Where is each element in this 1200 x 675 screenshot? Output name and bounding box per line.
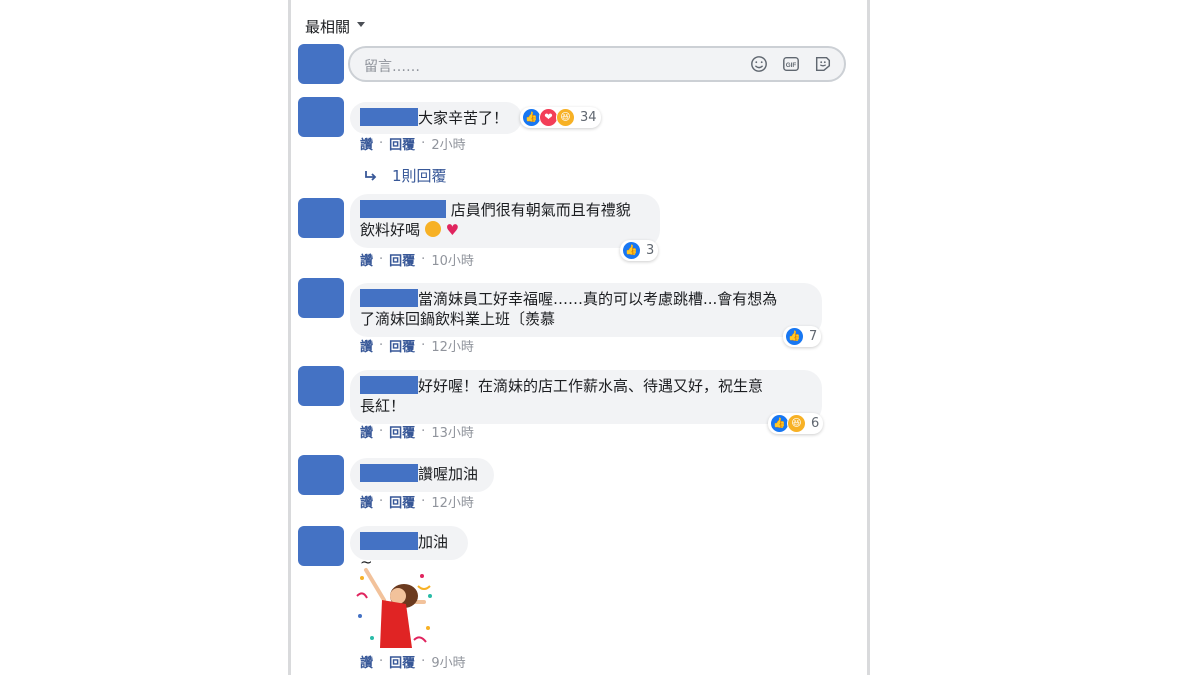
reaction-summary[interactable]: 👍 7: [783, 326, 822, 347]
redacted-name[interactable]: [360, 376, 418, 394]
emoji-icon[interactable]: [750, 55, 768, 73]
reaction-summary[interactable]: 👍 😆 6: [768, 413, 824, 434]
comment-meta: 讚 · 回覆 · 2小時: [360, 134, 466, 153]
timestamp[interactable]: 9小時: [431, 652, 465, 671]
gif-icon[interactable]: GIF: [782, 55, 800, 73]
comment-text: 長紅！: [360, 397, 406, 415]
comment-text: 好好喔！在滴妹的店工作薪水高、待遇又好，祝生意: [418, 377, 764, 395]
replies-count-label: 1則回覆: [392, 167, 447, 185]
comment-bubble: 當滴妹員工好幸福喔……真的可以考慮跳槽...會有想為 了滴妹回鍋飲料業上班〔羨慕: [350, 283, 822, 337]
avatar[interactable]: [298, 198, 344, 238]
reply-link[interactable]: 回覆: [389, 336, 415, 355]
reply-arrow-icon: [365, 170, 377, 181]
redacted-name[interactable]: [360, 532, 418, 550]
reply-link[interactable]: 回覆: [389, 422, 415, 441]
celebration-sticker-image[interactable]: [352, 566, 438, 652]
reaction-summary[interactable]: 👍 3: [620, 240, 659, 261]
comment-meta: 讚 · 回覆 · 13小時: [360, 422, 474, 441]
reply-link[interactable]: 回覆: [389, 134, 415, 153]
like-link[interactable]: 讚: [360, 652, 373, 671]
haha-reaction-icon: 😆: [787, 414, 806, 433]
like-reaction-icon: 👍: [622, 241, 641, 260]
avatar[interactable]: [298, 44, 344, 84]
avatar[interactable]: [298, 455, 344, 495]
view-replies-link[interactable]: 1則回覆: [364, 165, 447, 186]
reply-link[interactable]: 回覆: [389, 492, 415, 511]
redacted-name[interactable]: [360, 200, 446, 218]
comment-text: 當滴妹員工好幸福喔……真的可以考慮跳槽...會有想為: [418, 290, 778, 308]
svg-text:GIF: GIF: [786, 62, 797, 69]
comment-bubble: 加油~: [350, 526, 468, 571]
reaction-count: 3: [646, 243, 655, 258]
like-link[interactable]: 讚: [360, 250, 373, 269]
comment-bubble: 大家辛苦了！: [350, 102, 522, 134]
comment-text: 飲料好喝: [360, 221, 421, 239]
caret-down-icon: [357, 22, 366, 27]
comment-meta: 讚 · 回覆 · 9小時: [360, 652, 466, 671]
redacted-name[interactable]: [360, 464, 418, 482]
like-link[interactable]: 讚: [360, 422, 373, 441]
like-reaction-icon: 👍: [785, 327, 804, 346]
comment-meta: 讚 · 回覆 · 12小時: [360, 492, 474, 511]
avatar[interactable]: [298, 97, 344, 137]
avatar[interactable]: [298, 526, 344, 566]
comment-text: 大家辛苦了！: [418, 109, 509, 127]
reaction-summary[interactable]: 👍 ❤ 😆 34: [520, 107, 601, 128]
timestamp[interactable]: 12小時: [431, 336, 474, 355]
timestamp[interactable]: 12小時: [431, 492, 474, 511]
comment-text: 店員們很有朝氣而且有禮貌: [446, 201, 631, 219]
comment-bubble: 店員們很有朝氣而且有禮貌 飲料好喝 ♥: [350, 194, 660, 248]
comment-meta: 讚 · 回覆 · 12小時: [360, 336, 474, 355]
redacted-name[interactable]: [360, 289, 418, 307]
comment-input[interactable]: 留言…… GIF: [348, 46, 846, 82]
like-link[interactable]: 讚: [360, 336, 373, 355]
reaction-count: 6: [811, 416, 820, 431]
heart-emoji-icon: ♥: [445, 221, 460, 239]
sticker-icon[interactable]: [814, 55, 832, 73]
timestamp[interactable]: 10小時: [431, 250, 474, 269]
like-link[interactable]: 讚: [360, 134, 373, 153]
avatar[interactable]: [298, 366, 344, 406]
avatar[interactable]: [298, 278, 344, 318]
comment-text: 讚喔加油: [418, 465, 479, 483]
like-link[interactable]: 讚: [360, 492, 373, 511]
reaction-count: 34: [580, 110, 597, 125]
comment-text: 了滴妹回鍋飲料業上班〔羨慕: [360, 310, 556, 328]
comment-bubble: 好好喔！在滴妹的店工作薪水高、待遇又好，祝生意 長紅！: [350, 370, 822, 424]
reply-link[interactable]: 回覆: [389, 652, 415, 671]
sort-dropdown[interactable]: 最相關: [305, 16, 366, 37]
haha-reaction-icon: 😆: [556, 108, 575, 127]
comment-bubble: 讚喔加油: [350, 458, 494, 492]
redacted-name[interactable]: [360, 108, 418, 126]
reaction-count: 7: [809, 329, 818, 344]
comment-meta: 讚 · 回覆 · 10小時: [360, 250, 474, 269]
comment-placeholder: 留言……: [364, 59, 420, 75]
timestamp[interactable]: 2小時: [431, 134, 465, 153]
sort-label: 最相關: [305, 18, 351, 36]
heart-eyes-emoji-icon: [424, 221, 441, 237]
reply-link[interactable]: 回覆: [389, 250, 415, 269]
timestamp[interactable]: 13小時: [431, 422, 474, 441]
